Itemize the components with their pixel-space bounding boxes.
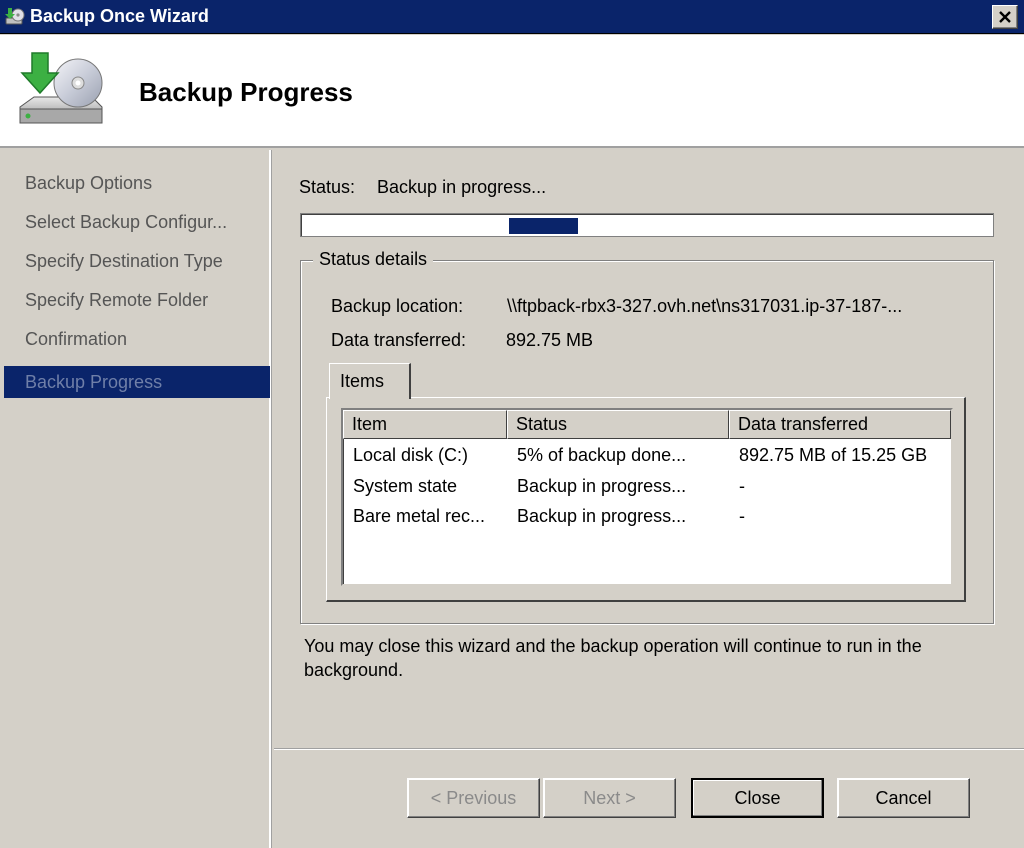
background-run-note: You may close this wizard and the backup… bbox=[304, 636, 922, 680]
table-row[interactable]: Local disk (C:) 5% of backup done... 892… bbox=[343, 440, 951, 470]
cell-item: Bare metal rec... bbox=[353, 505, 486, 526]
cell-data-transferred: - bbox=[739, 505, 745, 526]
title-bar[interactable]: Backup Once Wizard bbox=[0, 0, 1024, 34]
close-window-button[interactable] bbox=[992, 5, 1018, 29]
footer-separator bbox=[274, 748, 1024, 750]
previous-button[interactable]: < Previous bbox=[407, 778, 540, 818]
cell-status: Backup in progress... bbox=[517, 475, 687, 496]
wizard-window: Backup Once Wizard Backup Progress Backu… bbox=[0, 0, 1024, 848]
column-header-data-transferred[interactable]: Data transferred bbox=[729, 410, 951, 439]
wizard-steps-sidebar: Backup Options Select Backup Configur...… bbox=[0, 150, 271, 848]
cell-status: 5% of backup done... bbox=[517, 444, 687, 465]
cell-status: Backup in progress... bbox=[517, 505, 687, 526]
cell-item: System state bbox=[353, 475, 458, 496]
sidebar-item-backup-progress[interactable]: Backup Progress bbox=[4, 366, 270, 398]
data-transferred-row: Data transferred: 892.75 MB bbox=[331, 330, 593, 351]
status-row: Status: Backup in progress... bbox=[299, 177, 546, 198]
table-row[interactable]: System state Backup in progress... - bbox=[343, 471, 951, 501]
backup-progress-bar bbox=[300, 213, 994, 237]
close-button[interactable]: Close bbox=[691, 778, 824, 818]
cell-item: Local disk (C:) bbox=[353, 444, 469, 465]
status-value: Backup in progress... bbox=[377, 177, 547, 197]
column-header-status[interactable]: Status bbox=[507, 410, 729, 439]
backup-location-value: \\ftpback-rbx3-327.ovh.net\ns317031.ip-3… bbox=[507, 296, 903, 316]
tab-items[interactable]: Items bbox=[329, 363, 411, 399]
sidebar-item-confirmation[interactable]: Confirmation bbox=[4, 323, 270, 355]
wizard-content: Status: Backup in progress... Status det… bbox=[274, 150, 1024, 750]
progress-bar-fill bbox=[509, 218, 578, 234]
list-header: Item Status Data transferred bbox=[343, 410, 951, 439]
window-title: Backup Once Wizard bbox=[30, 6, 209, 26]
backup-disk-icon bbox=[14, 49, 106, 137]
backup-app-icon bbox=[0, 0, 30, 34]
sidebar-item-select-backup-configuration[interactable]: Select Backup Configur... bbox=[4, 206, 270, 238]
cancel-button[interactable]: Cancel bbox=[837, 778, 970, 818]
sidebar-item-specify-remote-folder[interactable]: Specify Remote Folder bbox=[4, 284, 270, 316]
backup-location-label: Backup location: bbox=[331, 296, 464, 316]
data-transferred-value: 892.75 MB bbox=[506, 330, 594, 350]
cell-data-transferred: - bbox=[739, 475, 745, 496]
status-details-label: Status details bbox=[313, 249, 434, 270]
table-row[interactable]: Bare metal rec... Backup in progress... … bbox=[343, 501, 951, 531]
close-icon bbox=[999, 11, 1011, 23]
cell-data-transferred: 892.75 MB of 15.25 GB bbox=[739, 444, 928, 465]
sidebar-item-backup-options[interactable]: Backup Options bbox=[4, 167, 270, 199]
status-label: Status: bbox=[299, 177, 356, 197]
items-list-view[interactable]: Item Status Data transferred Local disk … bbox=[341, 408, 953, 586]
column-header-item[interactable]: Item bbox=[343, 410, 507, 439]
next-button[interactable]: Next > bbox=[543, 778, 676, 818]
sidebar-item-specify-destination-type[interactable]: Specify Destination Type bbox=[4, 245, 270, 277]
wizard-header: Backup Progress bbox=[0, 35, 1024, 148]
backup-location-row: Backup location: \\ftpback-rbx3-327.ovh.… bbox=[331, 296, 957, 317]
data-transferred-label: Data transferred: bbox=[331, 330, 467, 350]
page-title: Backup Progress bbox=[139, 77, 353, 107]
